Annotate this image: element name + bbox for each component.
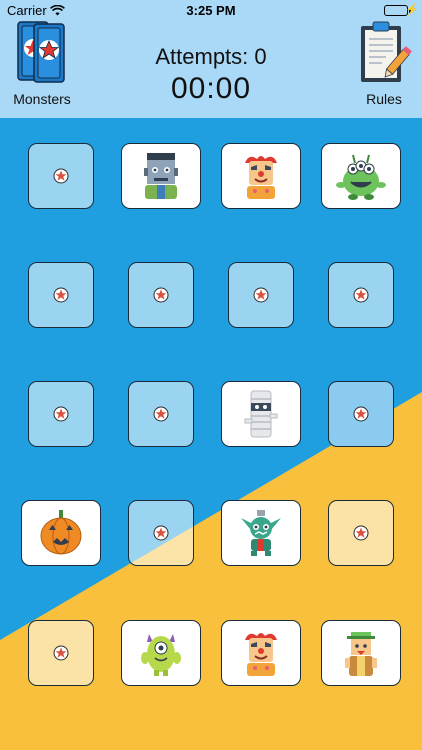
card-hidden[interactable] bbox=[128, 500, 194, 566]
card-hidden[interactable] bbox=[128, 381, 194, 447]
mummy-monster-icon bbox=[244, 390, 278, 438]
star-token-icon bbox=[153, 525, 169, 541]
card-hidden[interactable] bbox=[28, 143, 94, 209]
card-hidden[interactable] bbox=[28, 381, 94, 447]
star-token-icon bbox=[53, 645, 69, 661]
card-revealed[interactable] bbox=[321, 143, 401, 209]
star-token-icon bbox=[253, 287, 269, 303]
charging-bolt-icon: ⚡ bbox=[405, 4, 419, 16]
card-revealed[interactable] bbox=[221, 500, 301, 566]
status-time: 3:25 PM bbox=[186, 3, 236, 18]
card-hidden[interactable] bbox=[328, 262, 394, 328]
card-revealed[interactable] bbox=[121, 620, 201, 686]
card-hidden[interactable] bbox=[328, 381, 394, 447]
attempts-counter: Attempts: 0 bbox=[155, 44, 267, 69]
star-token-icon bbox=[153, 287, 169, 303]
three-eyed-alien-monster-icon bbox=[336, 154, 386, 200]
frankenstein-monster-icon bbox=[144, 153, 178, 199]
star-token-icon bbox=[53, 287, 69, 303]
card-hidden[interactable] bbox=[328, 500, 394, 566]
card-revealed[interactable] bbox=[221, 381, 301, 447]
card-revealed[interactable] bbox=[121, 143, 201, 209]
card-revealed[interactable] bbox=[321, 620, 401, 686]
status-bar: Carrier 3:25 PM ⚡ bbox=[0, 0, 422, 20]
pumpkin-monster-icon bbox=[40, 510, 82, 555]
card-revealed[interactable] bbox=[221, 620, 301, 686]
card-hidden[interactable] bbox=[28, 620, 94, 686]
card-hidden[interactable] bbox=[128, 262, 194, 328]
star-token-icon bbox=[353, 406, 369, 422]
star-token-icon bbox=[53, 168, 69, 184]
card-hidden[interactable] bbox=[28, 262, 94, 328]
cyclops-monster-icon bbox=[141, 634, 181, 676]
game-timer: 00:00 bbox=[170, 72, 252, 105]
clown-monster-icon bbox=[245, 156, 277, 199]
star-token-icon bbox=[353, 287, 369, 303]
star-token-icon bbox=[353, 525, 369, 541]
clown-monster-icon bbox=[245, 633, 277, 676]
card-hidden[interactable] bbox=[228, 262, 294, 328]
dwarf-monster-icon bbox=[345, 632, 377, 676]
card-revealed[interactable] bbox=[21, 500, 101, 566]
star-token-icon bbox=[153, 406, 169, 422]
gremlin-monster-icon bbox=[241, 510, 281, 556]
card-revealed[interactable] bbox=[221, 143, 301, 209]
star-token-icon bbox=[53, 406, 69, 422]
